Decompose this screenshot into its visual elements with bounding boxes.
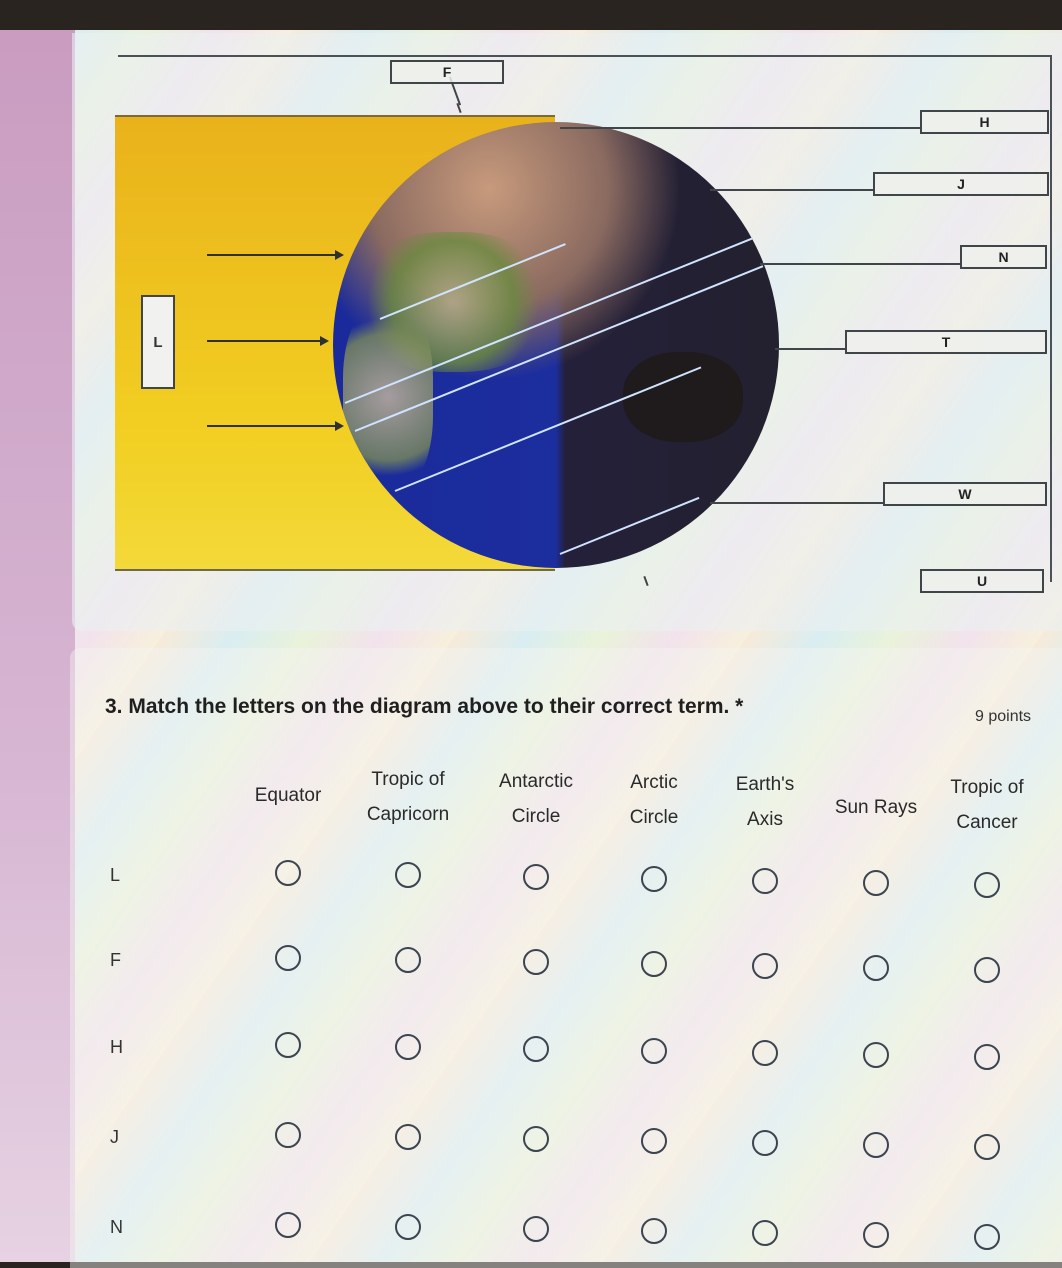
radio-option[interactable] [752,1220,778,1246]
required-asterisk: * [735,695,744,718]
column-header: Arctic Circle [594,765,714,835]
column-header: Tropic of Cancer [927,770,1047,840]
row-label: N [110,1217,123,1237]
radio-option[interactable] [275,945,301,971]
row-label: H [110,1037,123,1057]
radio-option[interactable] [863,955,889,981]
radio-option[interactable] [641,1128,667,1154]
column-header: Equator [228,778,348,813]
radio-option[interactable] [974,872,1000,898]
column-header-line1: Arctic [630,772,678,793]
radio-option[interactable] [752,953,778,979]
column-header-line1: Earth's [735,774,795,795]
radio-option[interactable] [523,1036,549,1062]
column-header-line1: Equator [254,785,322,806]
question-title: 3. Match the letters on the diagram abov… [105,695,743,719]
label-j: J [873,172,1049,196]
question-points: 9 points [975,708,1032,725]
radio-option[interactable] [523,949,549,975]
label-w: W [883,482,1047,506]
label-t: T [845,330,1047,354]
question-card [70,648,1062,1268]
column-header: Sun Rays [816,790,936,825]
radio-option[interactable] [863,1042,889,1068]
radio-option[interactable] [641,951,667,977]
column-header-line2: Capricorn [366,804,450,825]
radio-option[interactable] [395,947,421,973]
radio-option[interactable] [974,1134,1000,1160]
radio-option[interactable] [863,870,889,896]
radio-option[interactable] [523,1126,549,1152]
question-text: 3. Match the letters on the diagram abov… [105,695,730,718]
radio-option[interactable] [974,1044,1000,1070]
column-header-line1: Sun Rays [834,797,918,818]
radio-option[interactable] [752,1130,778,1156]
radio-option[interactable] [523,1216,549,1242]
column-header-line1: Antarctic [499,771,573,792]
label-u: U [920,569,1044,593]
label-n: N [960,245,1047,269]
label-f: F [390,60,504,84]
label-l: L [141,295,175,389]
column-header-line2: Circle [629,807,679,828]
radio-option[interactable] [395,862,421,888]
column-header-line2: Cancer [956,812,1018,833]
sun-ray-arrow-3 [207,421,344,431]
radio-option[interactable] [275,1032,301,1058]
column-header-line1: Tropic of [371,769,445,790]
australia-landmass [623,352,743,442]
radio-option[interactable] [275,1122,301,1148]
radio-option[interactable] [275,1212,301,1238]
sun-ray-arrow-2 [207,336,329,346]
radio-option[interactable] [275,860,301,886]
left-margin [0,30,75,1262]
column-header: Earth's Axis [705,767,825,837]
column-header-line1: Tropic of [950,777,1024,798]
column-header-line2: Axis [747,809,783,830]
radio-option[interactable] [395,1124,421,1150]
radio-option[interactable] [863,1132,889,1158]
radio-option[interactable] [641,1218,667,1244]
radio-option[interactable] [974,1224,1000,1250]
row-label: L [110,865,121,885]
radio-option[interactable] [395,1034,421,1060]
leader-j [710,189,875,191]
column-header: Antarctic Circle [476,764,596,834]
column-header: Tropic of Capricorn [348,762,468,832]
leader-w [710,502,885,504]
radio-option[interactable] [974,957,1000,983]
radio-option[interactable] [641,866,667,892]
row-label: F [110,950,121,970]
radio-option[interactable] [752,1040,778,1066]
leader-h [560,127,920,129]
radio-option[interactable] [863,1222,889,1248]
leader-n [760,263,962,265]
sun-ray-arrow-1 [207,250,344,260]
radio-option[interactable] [395,1214,421,1240]
radio-option[interactable] [523,864,549,890]
radio-option[interactable] [641,1038,667,1064]
leader-t [775,348,847,350]
row-label: J [110,1127,119,1147]
radio-option[interactable] [752,868,778,894]
column-header-line2: Circle [511,806,561,827]
label-h: H [920,110,1049,134]
